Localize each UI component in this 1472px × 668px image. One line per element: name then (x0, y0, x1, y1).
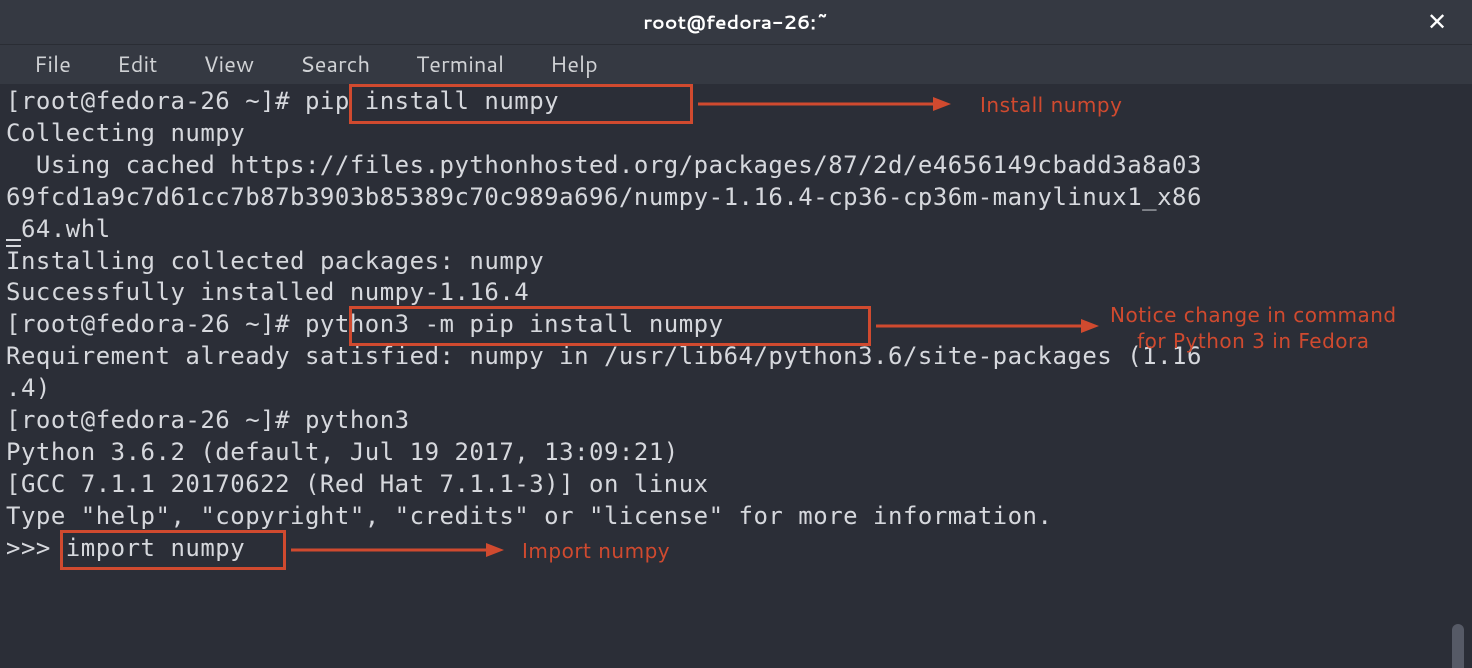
menu-file[interactable]: File (12, 45, 93, 84)
titlebar: root@fedora-26:~ ✕ (0, 0, 1472, 44)
terminal-line: 64.whl (6, 214, 1466, 246)
menu-edit[interactable]: Edit (95, 45, 180, 84)
terminal-window: root@fedora-26:~ ✕ File Edit View Search… (0, 0, 1472, 668)
command-text: import numpy (66, 534, 245, 562)
terminal-line: Collecting numpy (6, 118, 1466, 150)
shell-prompt: [root@fedora-26 ~]# (6, 87, 305, 115)
output-text: nstalling collected packages: numpy (21, 247, 544, 275)
command-text: python3 (305, 406, 410, 434)
output-text: 6 (21, 215, 36, 243)
terminal-body[interactable]: [root@fedora-26 ~]# pip install numpy Co… (0, 84, 1472, 668)
menu-help[interactable]: Help (528, 45, 620, 84)
menu-terminal[interactable]: Terminal (394, 45, 526, 84)
terminal-line: [GCC 7.1.1 20170622 (Red Hat 7.1.1-3)] o… (6, 469, 1466, 501)
annotation-label: Import numpy (522, 538, 670, 564)
menubar: File Edit View Search Terminal Help (0, 44, 1472, 84)
terminal-line: [root@fedora-26 ~]# python3 (6, 405, 1466, 437)
python-prompt: >>> (6, 534, 66, 562)
terminal-line: Installing collected packages: numpy (6, 246, 1466, 278)
command-text: python3 -m pip install numpy (305, 310, 724, 338)
output-text: I (6, 247, 21, 275)
scrollbar-thumb[interactable] (1452, 624, 1464, 668)
terminal-line: 69fcd1a9c7d61cc7b87b3903b85389c70c989a69… (6, 182, 1466, 214)
shell-prompt: [root@fedora-26 ~]# (6, 310, 305, 338)
terminal-line: Python 3.6.2 (default, Jul 19 2017, 13:0… (6, 437, 1466, 469)
menu-view[interactable]: View (181, 45, 276, 84)
terminal-line: Type "help", "copyright", "credits" or "… (6, 501, 1466, 533)
command-text: pip install numpy (305, 87, 559, 115)
menu-search[interactable]: Search (278, 45, 392, 84)
terminal-line: >>> import numpy (6, 533, 1466, 565)
close-button[interactable]: ✕ (1422, 7, 1452, 37)
terminal-line: .4) (6, 373, 1466, 405)
shell-prompt: [root@fedora-26 ~]# (6, 406, 305, 434)
window-title: root@fedora-26:~ (643, 9, 829, 36)
output-text: 4.whl (36, 215, 111, 243)
terminal-line: Using cached https://files.pythonhosted.… (6, 150, 1466, 182)
terminal-line: [root@fedora-26 ~]# pip install numpy (6, 86, 1466, 118)
annotation-label: Notice change in command for Python 3 in… (1110, 302, 1397, 354)
output-text (6, 215, 21, 243)
annotation-label: Install numpy (980, 92, 1122, 118)
